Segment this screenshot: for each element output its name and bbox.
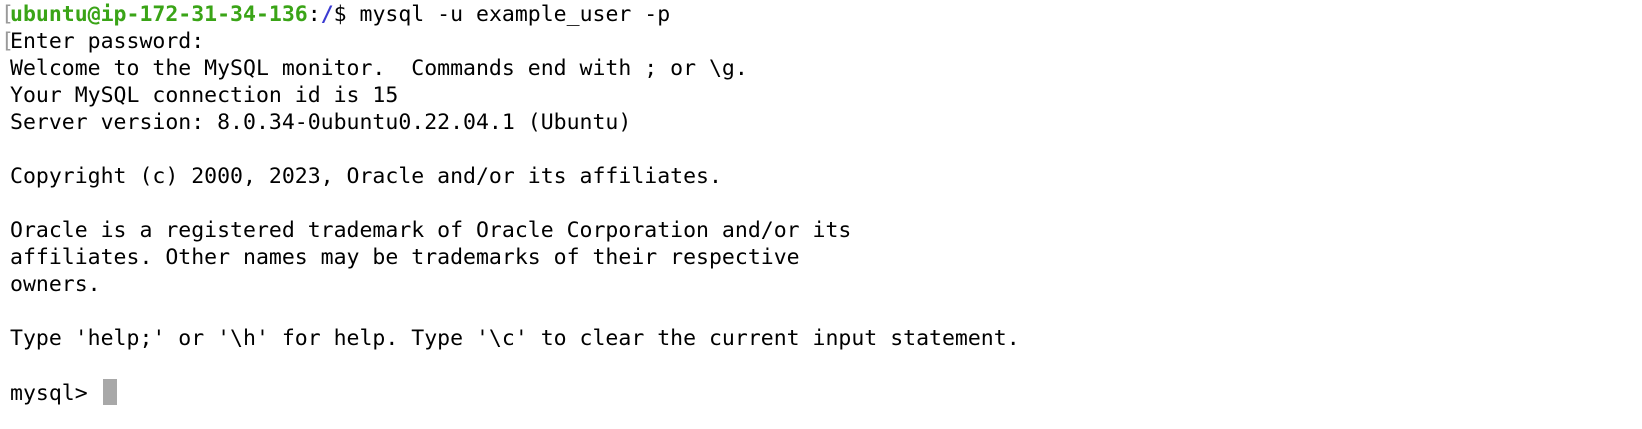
output-line-blank: [10, 190, 1642, 217]
prompt-separator: :: [307, 2, 321, 27]
mysql-prompt: mysql>: [10, 381, 101, 406]
scrollback-bracket-2: [: [1, 29, 14, 54]
terminal-window[interactable]: [ubuntu@ip-172-31-34-136:/$ mysql -u exa…: [0, 0, 1642, 429]
output-text: Enter password:: [10, 29, 205, 54]
prompt-symbol: $: [333, 2, 360, 27]
shell-prompt-line: [ubuntu@ip-172-31-34-136:/$ mysql -u exa…: [1, 1, 1642, 28]
output-line-connection-id: Your MySQL connection id is 15: [10, 83, 399, 108]
output-line-blank: [10, 352, 1642, 379]
terminal-cursor[interactable]: [102, 379, 117, 405]
prompt-user-host: ubuntu@ip-172-31-34-136: [10, 2, 308, 27]
output-line-copyright: Copyright (c) 2000, 2023, Oracle and/or …: [10, 164, 722, 189]
scrollback-bracket-1: [: [1, 2, 14, 27]
output-line-welcome: Welcome to the MySQL monitor. Commands e…: [10, 56, 748, 81]
output-line-password: [Enter password:: [1, 28, 1642, 55]
output-line-trademark-1: Oracle is a registered trademark of Orac…: [10, 218, 852, 243]
output-line-blank: [10, 136, 1642, 163]
output-line-blank: [10, 298, 1642, 325]
shell-command: mysql -u example_user -p: [359, 2, 671, 27]
output-line-server-version: Server version: 8.0.34-0ubuntu0.22.04.1 …: [10, 110, 632, 135]
output-line-trademark-2: affiliates. Other names may be trademark…: [10, 245, 800, 270]
mysql-prompt-line[interactable]: mysql>: [10, 379, 1642, 406]
prompt-path: /: [320, 2, 334, 27]
output-line-trademark-3: owners.: [10, 272, 101, 297]
output-line-help: Type 'help;' or '\h' for help. Type '\c'…: [10, 326, 1020, 351]
